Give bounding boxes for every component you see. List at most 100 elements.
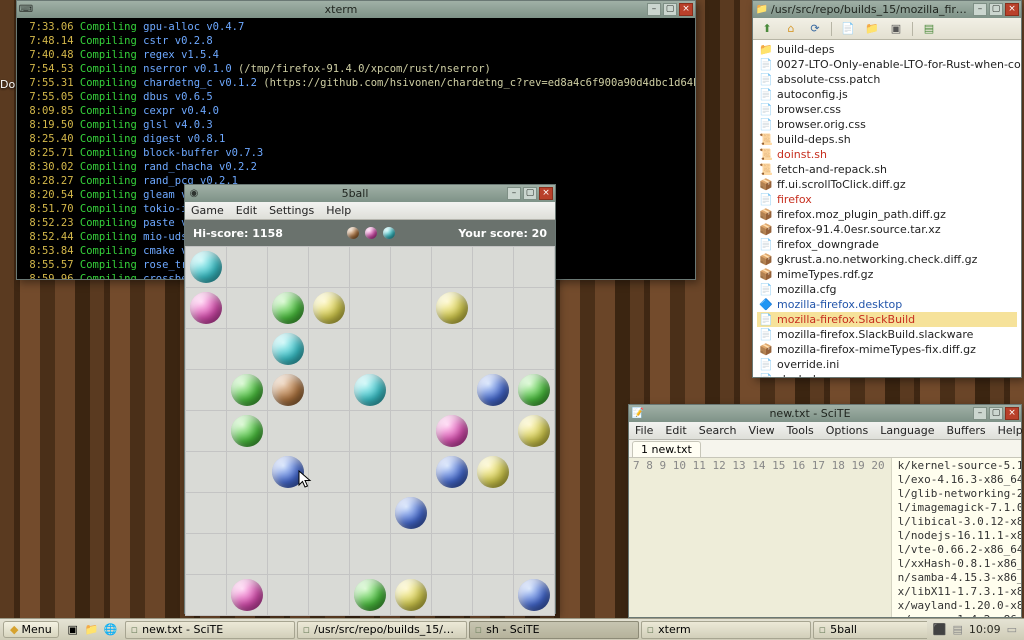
- board-cell[interactable]: [350, 288, 390, 328]
- board-cell[interactable]: [186, 493, 226, 533]
- menu-file[interactable]: File: [635, 424, 653, 437]
- tray-icon[interactable]: ⬛: [933, 623, 947, 636]
- board-cell[interactable]: [268, 247, 308, 287]
- xterm-titlebar[interactable]: ⌨ xterm – ▢ ×: [17, 1, 695, 18]
- board-cell[interactable]: [473, 575, 513, 615]
- terminal-icon[interactable]: ▣: [65, 622, 81, 638]
- board-cell[interactable]: [268, 288, 308, 328]
- board-cell[interactable]: [227, 411, 267, 451]
- filemanager-window[interactable]: 📁 /usr/src/repo/builds_15/mozilla_firef.…: [752, 0, 1022, 378]
- board-cell[interactable]: [350, 493, 390, 533]
- file-row[interactable]: 📄firefox: [757, 192, 1017, 207]
- minimize-button[interactable]: –: [973, 3, 987, 16]
- board-cell[interactable]: [186, 247, 226, 287]
- fiveball-titlebar[interactable]: ◉ 5ball – ▢ ×: [185, 185, 555, 202]
- file-row[interactable]: 📄mozilla-firefox.SlackBuild.slackware: [757, 327, 1017, 342]
- file-row[interactable]: 📦ff.ui.scrollToClick.diff.gz: [757, 177, 1017, 192]
- tab-newtxt[interactable]: 1 new.txt: [632, 441, 701, 457]
- taskbar-task[interactable]: ▫sh - SciTE: [469, 621, 639, 639]
- board-cell[interactable]: [309, 575, 349, 615]
- board-cell[interactable]: [391, 452, 431, 492]
- view-icon[interactable]: ▤: [921, 21, 937, 37]
- board-cell[interactable]: [350, 575, 390, 615]
- game-board[interactable]: [185, 246, 555, 616]
- board-cell[interactable]: [432, 452, 472, 492]
- board-cell[interactable]: [227, 575, 267, 615]
- board-cell[interactable]: [186, 370, 226, 410]
- ball-yel[interactable]: [518, 415, 550, 447]
- file-row[interactable]: 📦mimeTypes.rdf.gz: [757, 267, 1017, 282]
- board-cell[interactable]: [432, 370, 472, 410]
- board-cell[interactable]: [391, 247, 431, 287]
- taskbar-task[interactable]: ▫/usr/src/repo/builds_15/mozilla_firefo.…: [297, 621, 467, 639]
- file-row[interactable]: 📄autoconfig.js: [757, 87, 1017, 102]
- ball-cyan[interactable]: [190, 251, 222, 283]
- ball-cyan[interactable]: [354, 374, 386, 406]
- fiveball-window[interactable]: ◉ 5ball – ▢ × GameEditSettingsHelp Hi-sc…: [184, 184, 556, 614]
- board-cell[interactable]: [473, 247, 513, 287]
- board-cell[interactable]: [514, 452, 554, 492]
- filemanager-toolbar[interactable]: ⬆ ⌂ ⟳ 📄 📁 ▣ ▤: [753, 18, 1021, 40]
- board-cell[interactable]: [227, 329, 267, 369]
- board-cell[interactable]: [473, 452, 513, 492]
- file-row[interactable]: 📄slack-desc: [757, 372, 1017, 377]
- file-row[interactable]: 📄browser.orig.css: [757, 117, 1017, 132]
- menu-options[interactable]: Options: [826, 424, 868, 437]
- ball-blue[interactable]: [518, 579, 550, 611]
- ball-brown[interactable]: [272, 374, 304, 406]
- board-cell[interactable]: [309, 370, 349, 410]
- file-row[interactable]: 📄override.ini: [757, 357, 1017, 372]
- board-cell[interactable]: [186, 411, 226, 451]
- board-cell[interactable]: [227, 534, 267, 574]
- menu-settings[interactable]: Settings: [269, 204, 314, 217]
- ball-blue[interactable]: [477, 374, 509, 406]
- minimize-button[interactable]: –: [973, 407, 987, 420]
- board-cell[interactable]: [309, 411, 349, 451]
- maximize-button[interactable]: ▢: [663, 3, 677, 16]
- taskbar-task[interactable]: ▫xterm: [641, 621, 811, 639]
- menu-buffers[interactable]: Buffers: [947, 424, 986, 437]
- board-cell[interactable]: [514, 370, 554, 410]
- file-list[interactable]: 📁build-deps📄0027-LTO-Only-enable-LTO-for…: [753, 40, 1021, 377]
- board-cell[interactable]: [391, 329, 431, 369]
- board-cell[interactable]: [186, 329, 226, 369]
- ball-yel[interactable]: [395, 579, 427, 611]
- board-cell[interactable]: [268, 411, 308, 451]
- board-cell[interactable]: [391, 370, 431, 410]
- board-cell[interactable]: [268, 370, 308, 410]
- board-cell[interactable]: [186, 534, 226, 574]
- nav-up-icon[interactable]: ⬆: [759, 21, 775, 37]
- board-cell[interactable]: [309, 329, 349, 369]
- task-list[interactable]: ▫new.txt - SciTE▫/usr/src/repo/builds_15…: [125, 621, 927, 639]
- ball-blue[interactable]: [436, 456, 468, 488]
- file-row[interactable]: 📦firefox-91.4.0esr.source.tar.xz: [757, 222, 1017, 237]
- board-cell[interactable]: [227, 493, 267, 533]
- board-cell[interactable]: [186, 575, 226, 615]
- scite-menubar[interactable]: FileEditSearchViewToolsOptionsLanguageBu…: [629, 422, 1021, 440]
- taskbar-task[interactable]: ▫new.txt - SciTE: [125, 621, 295, 639]
- file-row[interactable]: 📦firefox.moz_plugin_path.diff.gz: [757, 207, 1017, 222]
- board-cell[interactable]: [309, 452, 349, 492]
- file-row[interactable]: 📜build-deps.sh: [757, 132, 1017, 147]
- scite-window[interactable]: 📝 new.txt - SciTE – ▢ × FileEditSearchVi…: [628, 404, 1022, 618]
- board-cell[interactable]: [268, 329, 308, 369]
- file-row[interactable]: 📄firefox_downgrade: [757, 237, 1017, 252]
- file-row[interactable]: 📄mozilla.cfg: [757, 282, 1017, 297]
- fiveball-menubar[interactable]: GameEditSettingsHelp: [185, 202, 555, 220]
- minimize-button[interactable]: –: [647, 3, 661, 16]
- board-cell[interactable]: [309, 534, 349, 574]
- ball-green[interactable]: [518, 374, 550, 406]
- ball-green[interactable]: [354, 579, 386, 611]
- board-cell[interactable]: [350, 247, 390, 287]
- ball-yel[interactable]: [477, 456, 509, 488]
- board-cell[interactable]: [350, 329, 390, 369]
- file-row[interactable]: 📄0027-LTO-Only-enable-LTO-for-Rust-when-…: [757, 57, 1017, 72]
- board-cell[interactable]: [227, 452, 267, 492]
- close-button[interactable]: ×: [1005, 407, 1019, 420]
- board-cell[interactable]: [432, 329, 472, 369]
- ball-mag[interactable]: [436, 415, 468, 447]
- board-cell[interactable]: [514, 534, 554, 574]
- board-cell[interactable]: [227, 247, 267, 287]
- ball-yel[interactable]: [436, 292, 468, 324]
- maximize-button[interactable]: ▢: [989, 407, 1003, 420]
